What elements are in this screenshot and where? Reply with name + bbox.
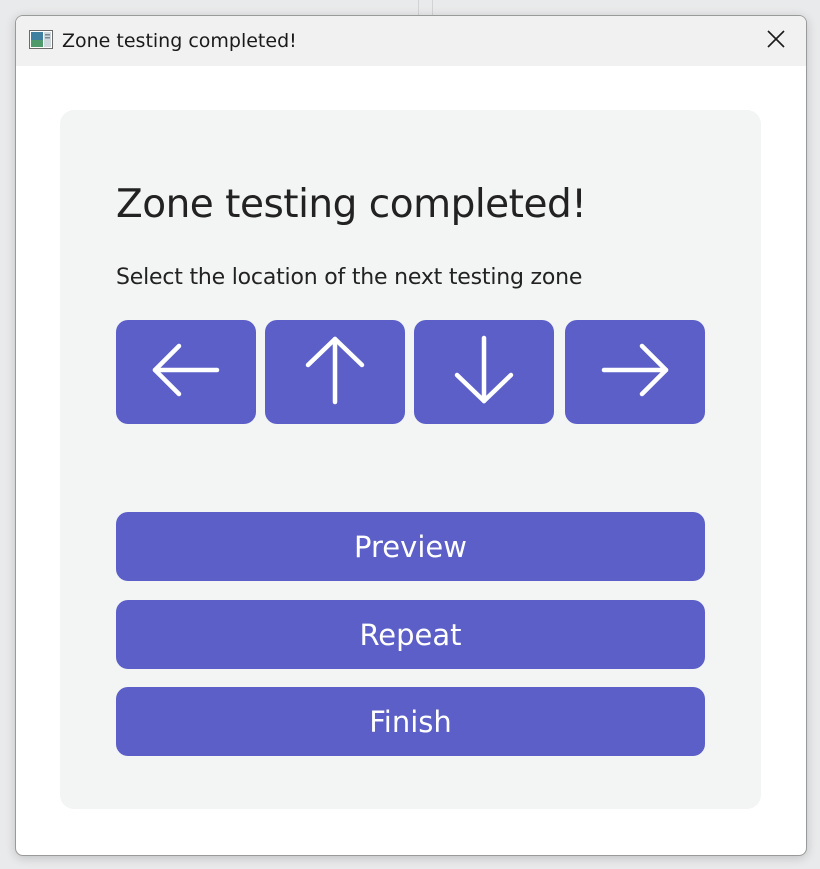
- move-up-button[interactable]: [265, 320, 405, 424]
- move-left-button[interactable]: [116, 320, 256, 424]
- arrow-down-icon: [449, 335, 519, 409]
- dialog-window: Zone testing completed! Zone testing com…: [15, 15, 807, 856]
- arrow-left-icon: [151, 335, 221, 409]
- move-down-button[interactable]: [414, 320, 554, 424]
- dialog-heading: Zone testing completed!: [116, 182, 587, 227]
- arrow-up-icon: [300, 335, 370, 409]
- instruction-text: Select the location of the next testing …: [116, 265, 583, 290]
- move-right-button[interactable]: [565, 320, 705, 424]
- window-title: Zone testing completed!: [62, 30, 297, 52]
- preview-button[interactable]: Preview: [116, 512, 705, 581]
- background-divider: [432, 0, 433, 15]
- arrow-right-icon: [600, 335, 670, 409]
- repeat-button[interactable]: Repeat: [116, 600, 705, 669]
- app-icon: [29, 30, 53, 49]
- background-divider: [418, 0, 419, 15]
- close-button[interactable]: [746, 16, 806, 66]
- finish-button[interactable]: Finish: [116, 687, 705, 756]
- close-icon: [766, 29, 786, 53]
- dialog-card: Zone testing completed! Select the locat…: [60, 110, 761, 809]
- title-bar[interactable]: Zone testing completed!: [16, 16, 806, 66]
